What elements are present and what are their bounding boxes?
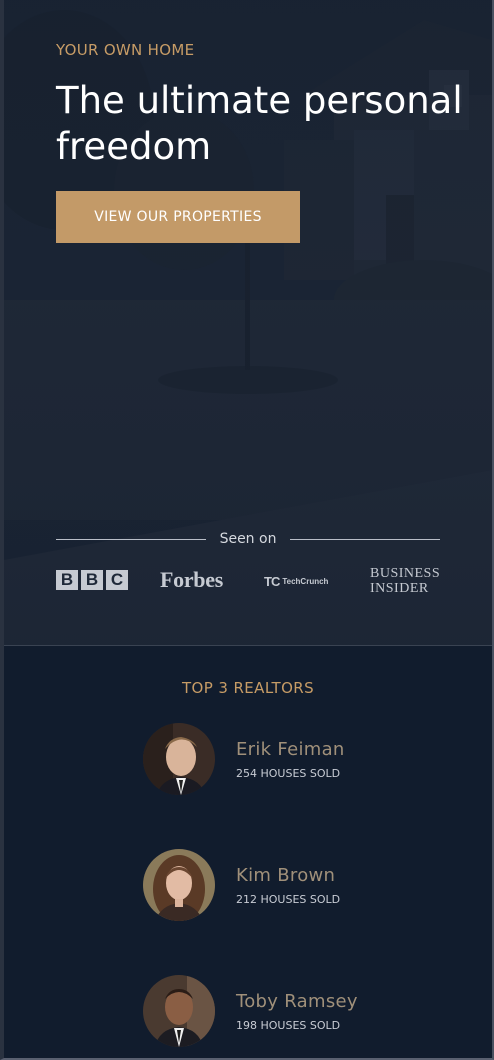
- bbc-logo-letter: C: [106, 570, 128, 590]
- forbes-logo: Forbes: [160, 567, 223, 592]
- avatar: [143, 975, 215, 1047]
- hero-eyebrow: YOUR OWN HOME: [56, 41, 195, 59]
- bbc-logo-letter: B: [81, 570, 103, 590]
- realtor-name[interactable]: Kim Brown: [236, 865, 335, 886]
- business-insider-line-1: BUSINESS: [370, 566, 441, 581]
- top-realtors-section: TOP 3 REALTORS Erik Feiman 254 HOUSES SO…: [4, 646, 492, 1058]
- techcrunch-mark: TC: [264, 574, 280, 589]
- business-insider-logo: BUSINESS INSIDER: [370, 566, 440, 596]
- divider-line-left: [56, 538, 206, 540]
- realtor-houses-sold: 254 HOUSES SOLD: [236, 767, 341, 780]
- realtor-houses-sold: 212 HOUSES SOLD: [236, 893, 341, 906]
- realtor-card[interactable]: Erik Feiman 254 HOUSES SOLD: [143, 723, 403, 797]
- bbc-logo-letter: B: [56, 570, 78, 590]
- avatar: [143, 849, 215, 921]
- seen-on-divider: Seen on: [56, 528, 440, 550]
- realtor-card[interactable]: Toby Ramsey 198 HOUSES SOLD: [143, 975, 403, 1049]
- press-logos: B B C Forbes TC TechCrunch BUSINESS INSI…: [56, 562, 440, 600]
- bbc-logo: B B C: [56, 570, 128, 590]
- realtor-name[interactable]: Toby Ramsey: [236, 991, 358, 1012]
- divider-line-right: [290, 538, 440, 540]
- techcrunch-logo: TC TechCrunch: [264, 574, 328, 589]
- business-insider-line-2: INSIDER: [370, 581, 429, 596]
- top-realtors-title: TOP 3 REALTORS: [181, 679, 315, 697]
- realtor-houses-sold: 198 HOUSES SOLD: [236, 1019, 341, 1032]
- realtor-name[interactable]: Erik Feiman: [236, 739, 345, 760]
- avatar: [143, 723, 215, 795]
- hero-headline: The ultimate personal freedom: [56, 79, 463, 168]
- page-frame: YOUR OWN HOME The ultimate personal free…: [0, 0, 494, 1060]
- hero-section: YOUR OWN HOME The ultimate personal free…: [4, 0, 492, 646]
- view-properties-button[interactable]: VIEW OUR PROPERTIES: [56, 191, 300, 243]
- realtor-card[interactable]: Kim Brown 212 HOUSES SOLD: [143, 849, 403, 923]
- seen-on-label: Seen on: [219, 531, 277, 547]
- techcrunch-wordmark: TechCrunch: [282, 577, 329, 586]
